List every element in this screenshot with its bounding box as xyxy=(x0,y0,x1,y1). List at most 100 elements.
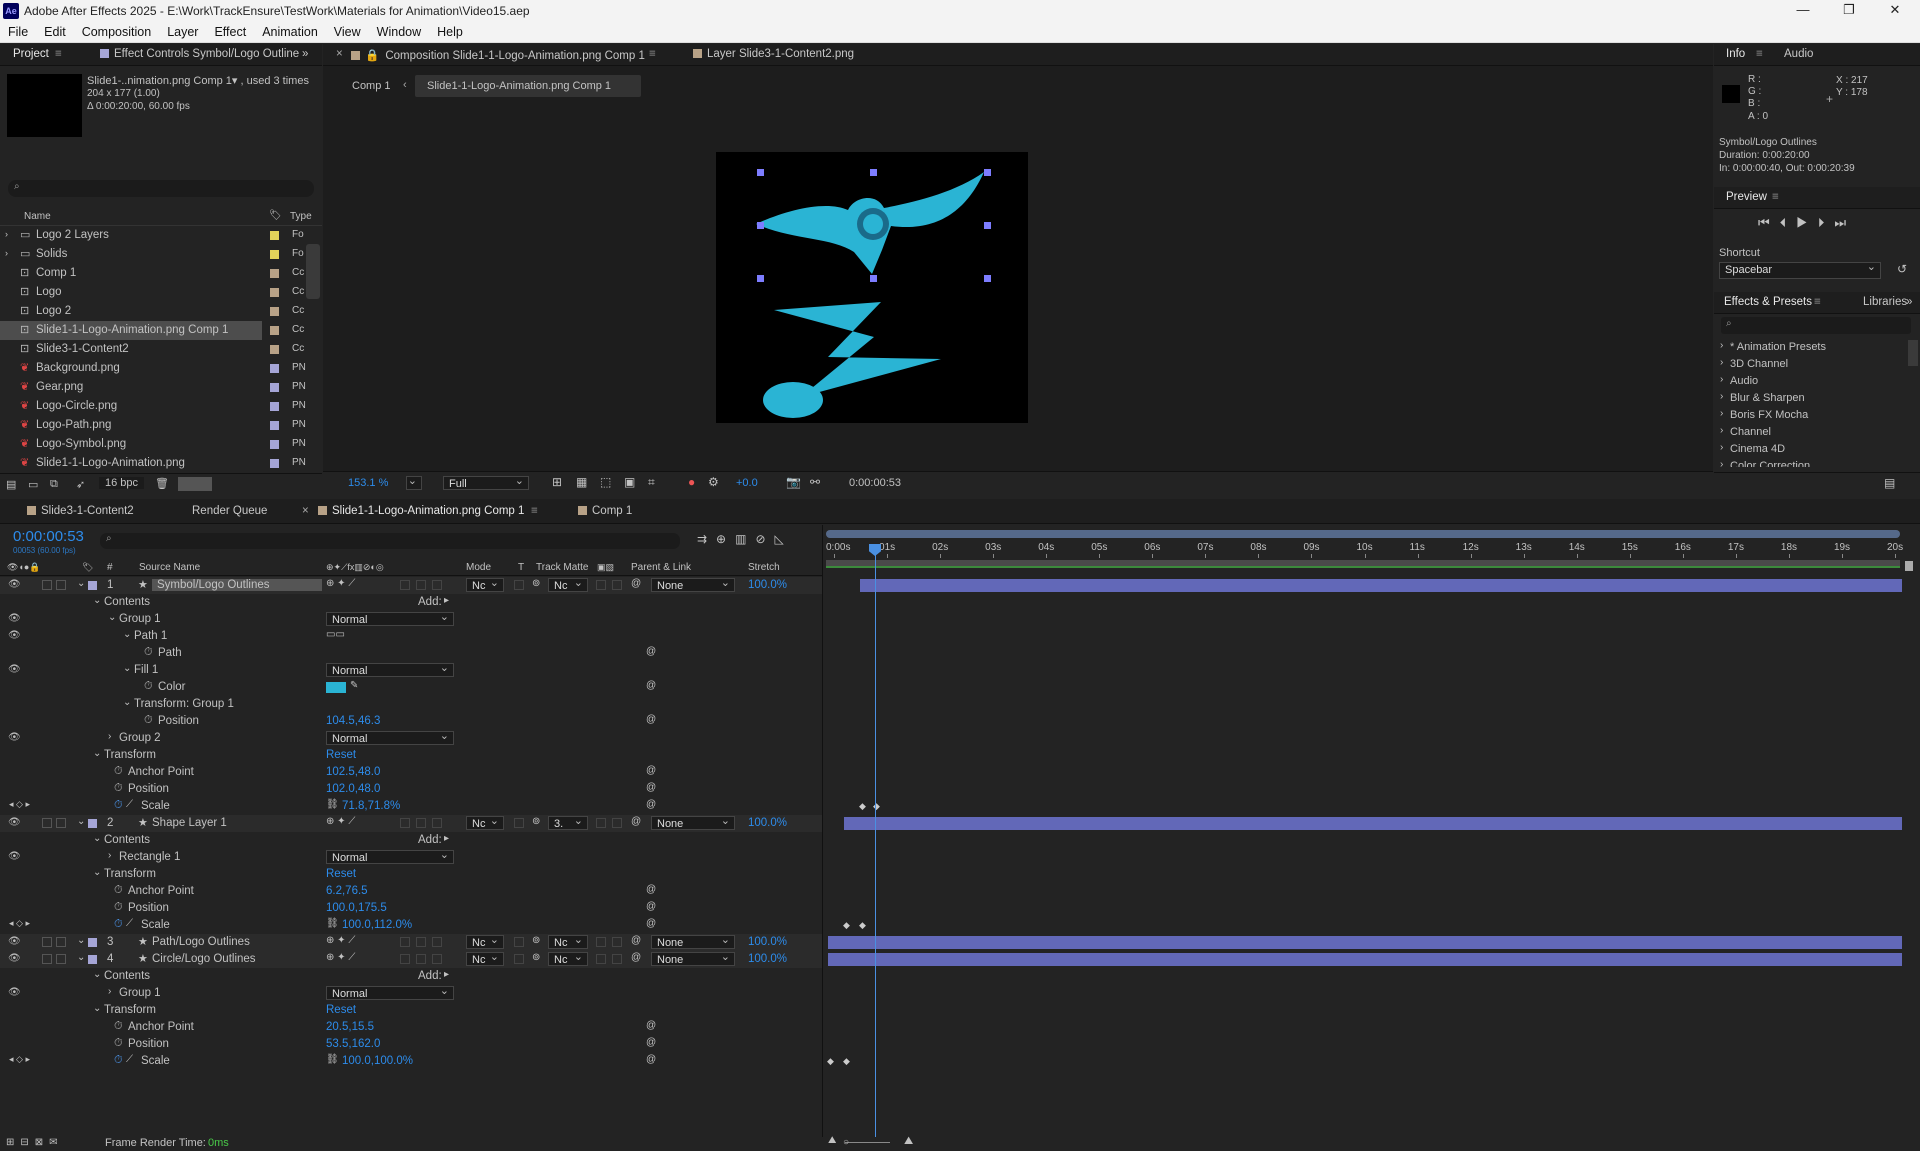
expand-arrow-icon[interactable]: › xyxy=(1720,408,1723,419)
twirl-icon[interactable]: › xyxy=(108,731,111,742)
twirl-icon[interactable]: ⌄ xyxy=(93,867,101,878)
property-value[interactable]: 102.0,48.0 xyxy=(326,783,380,795)
bpc-toggle[interactable]: 16 bpc xyxy=(99,477,145,489)
label-chip[interactable] xyxy=(270,421,279,430)
comp-menu-icon[interactable]: ≡ xyxy=(649,48,656,60)
property-row[interactable]: ⌄ Transform Reset xyxy=(0,747,822,764)
folder-icon[interactable]: ▭ xyxy=(28,478,38,491)
graph-icon[interactable]: ⟋ xyxy=(126,918,133,929)
layer-row[interactable]: 👁 ⌄ 3 ★ Path/Logo Outlines ⊕ ✦ ⟋ Nc ⊚ Nc @ None 100… xyxy=(0,934,822,951)
pickwhip-icon[interactable]: @ xyxy=(646,765,656,776)
add-label[interactable]: Add: xyxy=(418,834,442,846)
comp-canvas[interactable] xyxy=(716,152,1028,423)
property-row[interactable]: ⏱ Position 100.0,175.5 @ xyxy=(0,900,822,917)
prev-frame-icon[interactable]: ⏴ xyxy=(1780,215,1797,230)
region-icon[interactable]: ⊞ xyxy=(552,475,562,489)
stopwatch-icon[interactable]: ⏱ xyxy=(144,714,153,727)
twirl-icon[interactable]: ⌄ xyxy=(123,629,131,640)
maximize-icon[interactable]: ❐ xyxy=(1826,2,1872,20)
menu-layer[interactable]: Layer xyxy=(159,22,206,39)
close-tab-icon[interactable]: × xyxy=(336,48,343,60)
stopwatch-icon[interactable]: ⏱ xyxy=(114,782,123,795)
layer-row[interactable]: 👁 ⌄ 1 ★ Symbol/Logo Outlines ⊕ ✦ ⟋ Nc ⊚ Nc @ None 1… xyxy=(0,577,822,594)
stopwatch-icon[interactable]: ⏱ xyxy=(114,1037,123,1050)
project-item[interactable]: ❦ Slide1-1-Logo-Animation.png PN xyxy=(0,454,306,471)
layer-name[interactable]: Shape Layer 1 xyxy=(152,817,227,829)
pickwhip-icon[interactable]: @ xyxy=(646,901,656,912)
effects-menu-icon[interactable]: ≡ xyxy=(1814,296,1821,308)
tab-render-queue[interactable]: Render Queue xyxy=(192,505,267,517)
info-menu-icon[interactable]: ≡ xyxy=(1756,48,1763,60)
eye-icon[interactable]: 👁 xyxy=(8,664,21,675)
blend-mode-dropdown[interactable]: Normal xyxy=(326,730,454,745)
project-item[interactable]: ⊡ Slide1-1-Logo-Animation.png Comp 1 Cc xyxy=(0,321,304,340)
expand-arrow-icon[interactable]: › xyxy=(1720,374,1723,385)
twirl-icon[interactable]: ⌄ xyxy=(93,833,101,844)
switch-box[interactable] xyxy=(432,937,442,947)
grid-icon[interactable]: ▣ xyxy=(624,475,635,489)
reset-icon[interactable]: ↺ xyxy=(1897,262,1907,276)
preview-menu-icon[interactable]: ≡ xyxy=(1772,191,1779,203)
timeline-switch-icons[interactable]: ⇉⊕▥⊘◺ xyxy=(697,532,793,546)
keyframe[interactable]: ◆ xyxy=(843,1056,850,1067)
blend-mode-dropdown[interactable]: Normal xyxy=(326,985,454,1000)
property-row[interactable]: ⏱ Anchor Point 102.5,48.0 @ xyxy=(0,764,822,781)
graph-icon[interactable]: ⟋ xyxy=(126,1054,133,1065)
label-chip[interactable] xyxy=(270,269,279,278)
matte-link-icon[interactable]: ⊚ xyxy=(532,578,540,589)
tab-project[interactable]: Project xyxy=(13,48,49,60)
stretch-value[interactable]: 100.0% xyxy=(748,936,787,948)
matte-link-icon[interactable]: ⊚ xyxy=(532,935,540,946)
tab-effect-controls[interactable]: Effect Controls Symbol/Logo Outline xyxy=(100,48,299,60)
breadcrumb-comp1[interactable]: Comp 1 xyxy=(352,80,391,92)
effects-search-input[interactable]: ⌕ xyxy=(1721,317,1911,334)
track-matte-dropdown[interactable]: Nc xyxy=(548,951,588,966)
pickwhip-icon[interactable]: @ xyxy=(631,935,641,946)
solo-toggle[interactable] xyxy=(42,937,52,947)
reset-link[interactable]: Reset xyxy=(326,749,356,761)
property-value[interactable]: 100.0,100.0% xyxy=(342,1055,413,1067)
channels-icon[interactable]: ● xyxy=(688,475,695,489)
guides-icon[interactable]: ⌗ xyxy=(648,475,655,490)
add-label[interactable]: Add: xyxy=(418,970,442,982)
preserve-transparency-box[interactable] xyxy=(514,818,524,828)
last-frame-icon[interactable]: ⏭ xyxy=(1834,215,1856,230)
property-row[interactable]: 👁 › Group 1 Normal xyxy=(0,985,822,1002)
matte-toggle[interactable] xyxy=(596,937,606,947)
camera-icon[interactable]: 📷 xyxy=(786,475,801,489)
project-item[interactable]: ❦ Gear.png PN xyxy=(0,378,306,397)
switch-box[interactable] xyxy=(400,818,410,828)
pickwhip-icon[interactable]: @ xyxy=(646,646,656,657)
tab-info[interactable]: Info xyxy=(1726,48,1745,60)
exposure-value[interactable]: +0.0 xyxy=(736,477,758,489)
lock-toggle[interactable] xyxy=(56,937,66,947)
add-icon[interactable]: ▸ xyxy=(444,969,449,980)
expand-arrow-icon[interactable]: › xyxy=(1720,459,1723,467)
close-tab-icon[interactable]: × xyxy=(302,505,309,517)
work-area-nav[interactable] xyxy=(826,530,1900,538)
property-row[interactable]: ⌄ Transform: Group 1 xyxy=(0,696,822,713)
project-search-input[interactable]: ⌕ xyxy=(8,180,314,197)
eye-icon[interactable]: 👁 xyxy=(8,613,21,624)
col-mode[interactable]: Mode xyxy=(466,562,491,573)
stopwatch-icon[interactable]: ⏱ xyxy=(144,646,153,659)
timeline-menu-icon[interactable]: ≡ xyxy=(531,505,538,517)
menu-view[interactable]: View xyxy=(326,22,369,39)
property-value[interactable]: 104.5,46.3 xyxy=(326,715,380,727)
label-chip[interactable] xyxy=(270,345,279,354)
layer-duration-bar[interactable] xyxy=(828,936,1902,949)
stretch-value[interactable]: 100.0% xyxy=(748,579,787,591)
constrain-link-icon[interactable]: ⛓ xyxy=(326,1054,339,1065)
solo-toggle[interactable] xyxy=(42,580,52,590)
property-row[interactable]: ◂ ◇ ▸ ⏱ ⟋ Scale ⛓ 100.0,112.0% @ xyxy=(0,917,822,934)
switch-box[interactable] xyxy=(400,937,410,947)
menu-animation[interactable]: Animation xyxy=(254,22,326,39)
time-ruler[interactable]: 0:00s 01s 02s 03s 04s 05s 06s 07s 08s 09s 10s 11s 12… xyxy=(823,540,1920,558)
matte-invert-toggle[interactable] xyxy=(612,580,622,590)
twirl-icon[interactable]: ⌄ xyxy=(93,969,101,980)
keyframe[interactable]: ◆ xyxy=(843,920,850,931)
trash-icon[interactable]: 🗑 xyxy=(155,477,169,490)
new-comp-icon[interactable]: ⧉ xyxy=(50,478,58,491)
stopwatch-icon[interactable]: ⏱ xyxy=(114,918,123,931)
switch-box[interactable] xyxy=(400,954,410,964)
